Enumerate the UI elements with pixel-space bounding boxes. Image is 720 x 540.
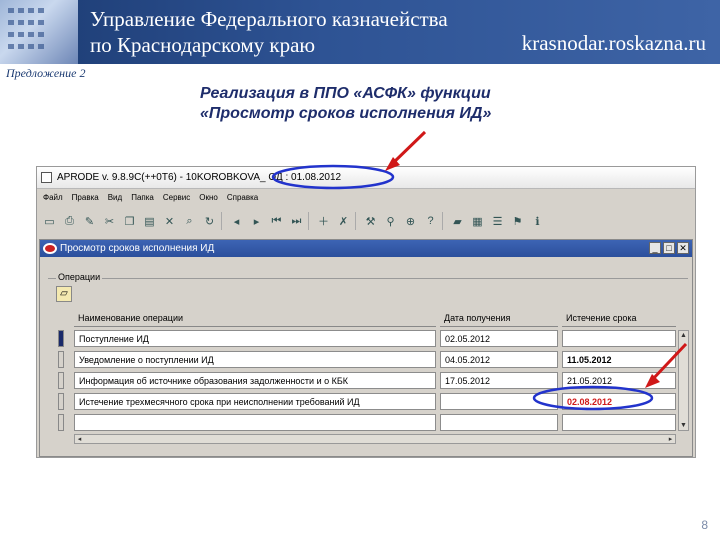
operation-field[interactable]	[74, 414, 436, 431]
slide-title-line1: Реализация в ППО «АСФК» функции	[200, 85, 491, 102]
attach-icon[interactable]: ⚲	[382, 211, 399, 231]
form-window-controls: _ □ ✕	[649, 242, 689, 254]
expiry-date-field[interactable]: 02.08.2012	[562, 393, 676, 410]
expiry-date-field[interactable]: 11.05.2012	[562, 351, 676, 368]
header-banner: Управление Федерального казначейства по …	[0, 0, 720, 64]
scroll-right-icon[interactable]: ▸	[666, 435, 675, 444]
report-icon[interactable]: ▦	[469, 211, 486, 231]
refresh-icon[interactable]: ↻	[201, 211, 218, 231]
menu-window[interactable]: Окно	[199, 193, 218, 207]
flag-icon[interactable]: ⚑	[509, 211, 526, 231]
zoom-icon[interactable]: ⊕	[402, 211, 419, 231]
toolbar-separator	[442, 212, 446, 230]
menu-file[interactable]: Файл	[43, 193, 63, 207]
page-number: 8	[701, 518, 708, 532]
row-selector[interactable]	[58, 330, 64, 347]
prev-icon[interactable]: ◂	[228, 211, 245, 231]
received-date-field[interactable]: 02.05.2012	[440, 330, 558, 347]
vertical-scrollbar[interactable]: ▲ ▼	[678, 330, 689, 431]
menu-folder[interactable]: Папка	[131, 193, 154, 207]
paste-icon[interactable]: ▤	[141, 211, 158, 231]
horizontal-scrollbar[interactable]: ◂ ▸	[74, 434, 676, 444]
cut-icon[interactable]: ✂	[101, 211, 118, 231]
slide-title: Реализация в ППО «АСФК» функции «Просмот…	[200, 84, 580, 124]
next-icon[interactable]: ▸	[248, 211, 265, 231]
toolbar-separator	[221, 212, 225, 230]
row-selector[interactable]	[58, 393, 64, 410]
scroll-left-icon[interactable]: ◂	[75, 435, 84, 444]
received-date-field[interactable]	[440, 393, 558, 410]
group-label: Операции	[56, 272, 103, 282]
row-selector[interactable]	[58, 351, 64, 368]
operation-field[interactable]: Уведомление о поступлении ИД	[74, 351, 436, 368]
arrow-to-date	[390, 130, 427, 166]
row-selector[interactable]	[58, 414, 64, 431]
folder-open-icon[interactable]: ▱	[56, 286, 72, 302]
minimize-icon[interactable]: _	[649, 242, 661, 254]
app-title: APRODE v. 9.8.9C(++0T6) - 10KOROBKOVA_ О…	[57, 172, 342, 183]
menu-bar: Файл Правка Вид Папка Сервис Окно Справк…	[37, 193, 258, 207]
building-image	[0, 0, 78, 64]
received-date-field[interactable]	[440, 414, 558, 431]
row-selector[interactable]	[58, 372, 64, 389]
print-icon[interactable]: ⎙	[61, 211, 78, 231]
close-icon[interactable]: ✕	[677, 242, 689, 254]
banner-title: Управление Федерального казначейства по …	[90, 6, 448, 58]
first-icon[interactable]: ⏮	[268, 211, 285, 231]
app-titlebar: APRODE v. 9.8.9C(++0T6) - 10KOROBKOVA_ О…	[37, 167, 695, 189]
insert-icon[interactable]: ＋	[315, 211, 332, 231]
copy-icon[interactable]: ❐	[121, 211, 138, 231]
list-icon[interactable]: ☰	[489, 211, 506, 231]
save-icon[interactable]: ▭	[41, 211, 58, 231]
form-title: Просмотр сроков исполнения ИД	[60, 243, 215, 254]
received-date-field[interactable]: 04.05.2012	[440, 351, 558, 368]
help-icon[interactable]: ?	[422, 211, 439, 231]
info-icon[interactable]: ℹ	[529, 211, 546, 231]
operation-field[interactable]: Истечение трехмесячного срока при неиспо…	[74, 393, 436, 410]
site-url: krasnodar.roskazna.ru	[521, 31, 706, 55]
slide-title-line2: «Просмотр сроков исполнения ИД»	[200, 105, 492, 122]
banner-title-line2: по Краснодарскому краю	[90, 33, 316, 57]
scroll-up-icon[interactable]: ▲	[679, 331, 688, 340]
expiry-date-field[interactable]	[562, 330, 676, 347]
column-header-expiry: Истечение срока	[562, 310, 676, 327]
proposal-label: Предложение 2	[6, 66, 86, 80]
expiry-date-field[interactable]	[562, 414, 676, 431]
toolbar-separator	[308, 212, 312, 230]
scroll-down-icon[interactable]: ▼	[679, 421, 688, 430]
app-window: APRODE v. 9.8.9C(++0T6) - 10KOROBKOVA_ О…	[36, 166, 696, 458]
group-divider	[48, 278, 688, 279]
edit-icon[interactable]: ✎	[81, 211, 98, 231]
toolbar: ▭ ⎙ ✎ ✂ ❐ ▤ ✕ ⌕ ↻ ◂ ▸ ⏮ ⏭ ＋ ✗ ⚒ ⚲ ⊕ ? ▰ …	[41, 211, 546, 235]
tools-icon[interactable]: ⚒	[362, 211, 379, 231]
expiry-date-field[interactable]: 21.05.2012	[562, 372, 676, 389]
toolbar-separator	[355, 212, 359, 230]
app-window-icon	[41, 172, 52, 183]
column-header-received: Дата получения	[440, 310, 558, 327]
banner-title-line1: Управление Федерального казначейства	[90, 7, 448, 31]
find-icon[interactable]: ⌕	[181, 211, 198, 231]
menu-edit[interactable]: Правка	[72, 193, 99, 207]
last-icon[interactable]: ⏭	[288, 211, 305, 231]
operation-field[interactable]: Поступление ИД	[74, 330, 436, 347]
maximize-icon[interactable]: □	[663, 242, 675, 254]
received-date-field[interactable]: 17.05.2012	[440, 372, 558, 389]
clear-icon[interactable]: ✕	[161, 211, 178, 231]
menu-service[interactable]: Сервис	[163, 193, 190, 207]
column-header-operation: Наименование операции	[74, 310, 436, 327]
menu-view[interactable]: Вид	[108, 193, 122, 207]
folder-icon[interactable]: ▰	[449, 211, 466, 231]
delete-icon[interactable]: ✗	[335, 211, 352, 231]
form-titlebar: Просмотр сроков исполнения ИД _ □ ✕	[40, 240, 692, 257]
menu-help[interactable]: Справка	[227, 193, 258, 207]
form-window: Просмотр сроков исполнения ИД _ □ ✕ Опер…	[39, 239, 693, 457]
oracle-icon	[43, 243, 57, 254]
operation-field[interactable]: Информация об источнике образования задо…	[74, 372, 436, 389]
